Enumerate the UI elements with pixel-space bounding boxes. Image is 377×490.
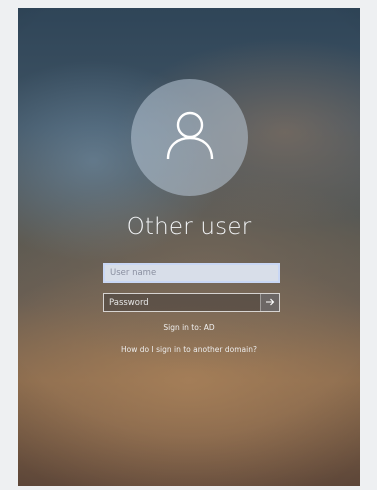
lock-screen: Other user Sign in to: AD How do I sign …	[18, 8, 360, 486]
username-input[interactable]	[103, 263, 280, 283]
sign-in-domain-text: Sign in to: AD	[163, 323, 215, 332]
arrow-right-icon	[265, 295, 275, 310]
password-input[interactable]	[104, 294, 261, 311]
user-icon	[162, 107, 218, 168]
other-domain-help-link[interactable]: How do I sign in to another domain?	[18, 345, 360, 354]
user-title: Other user	[126, 214, 252, 240]
password-field-group	[103, 293, 280, 312]
user-avatar	[131, 79, 248, 196]
submit-button[interactable]	[260, 294, 279, 311]
photo-frame: Other user Sign in to: AD How do I sign …	[0, 0, 377, 490]
